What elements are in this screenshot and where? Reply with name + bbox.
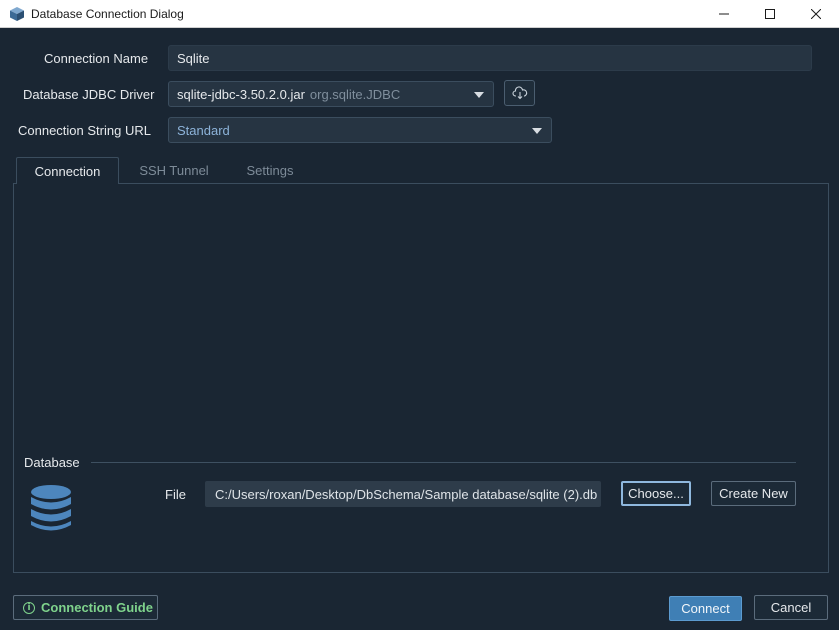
connect-button[interactable]: Connect xyxy=(669,596,742,621)
tab-ssh-tunnel[interactable]: SSH Tunnel xyxy=(124,157,224,183)
driver-hint: org.sqlite.JDBC xyxy=(309,86,401,102)
chevron-down-icon xyxy=(532,128,542,134)
connection-name-label: Connection Name xyxy=(44,51,149,66)
tab-connection[interactable]: Connection xyxy=(16,157,119,184)
window-title: Database Connection Dialog xyxy=(31,7,184,21)
minimize-icon xyxy=(719,13,729,15)
connection-name-value: Sqlite xyxy=(177,50,210,66)
tab-settings-label: Settings xyxy=(246,162,294,178)
file-path-input[interactable]: C:/Users/roxan/Desktop/DbSchema/Sample d… xyxy=(205,481,601,507)
driver-value: sqlite-jdbc-3.50.2.0.jar xyxy=(177,86,305,102)
create-button-label: Create New xyxy=(719,486,788,501)
database-icon xyxy=(31,485,71,531)
maximize-icon xyxy=(765,9,775,19)
file-path-value: C:/Users/roxan/Desktop/DbSchema/Sample d… xyxy=(215,486,598,502)
title-bar: Database Connection Dialog xyxy=(0,0,839,28)
minimize-button[interactable] xyxy=(701,0,747,28)
tab-connection-label: Connection xyxy=(34,163,101,179)
group-divider xyxy=(91,462,796,463)
app-icon xyxy=(10,7,24,21)
url-value: Standard xyxy=(177,122,230,138)
download-driver-button[interactable] xyxy=(504,80,535,106)
cloud-download-icon xyxy=(511,86,527,100)
connection-panel xyxy=(13,183,829,573)
guide-button-label: Connection Guide xyxy=(41,600,153,615)
cancel-button[interactable]: Cancel xyxy=(754,595,828,620)
chevron-down-icon xyxy=(474,92,484,98)
file-label: File xyxy=(165,487,186,502)
maximize-button[interactable] xyxy=(747,0,793,28)
url-label: Connection String URL xyxy=(18,123,151,138)
choose-button-label: Choose... xyxy=(628,486,684,501)
close-icon xyxy=(811,9,821,19)
info-icon: i xyxy=(23,601,35,614)
close-button[interactable] xyxy=(793,0,839,28)
connection-url-select[interactable]: Standard xyxy=(168,117,552,143)
connection-guide-button[interactable]: i Connection Guide xyxy=(13,595,158,620)
driver-label: Database JDBC Driver xyxy=(23,87,155,102)
choose-file-button[interactable]: Choose... xyxy=(621,481,691,506)
tab-settings[interactable]: Settings xyxy=(225,157,315,183)
database-group-title: Database xyxy=(24,455,80,470)
connect-button-label: Connect xyxy=(681,601,730,616)
tab-ssh-tunnel-label: SSH Tunnel xyxy=(139,162,209,178)
connection-name-input[interactable]: Sqlite xyxy=(168,45,812,71)
create-new-button[interactable]: Create New xyxy=(711,481,796,506)
cancel-button-label: Cancel xyxy=(770,600,812,615)
driver-select[interactable]: sqlite-jdbc-3.50.2.0.jar org.sqlite.JDBC xyxy=(168,81,494,107)
